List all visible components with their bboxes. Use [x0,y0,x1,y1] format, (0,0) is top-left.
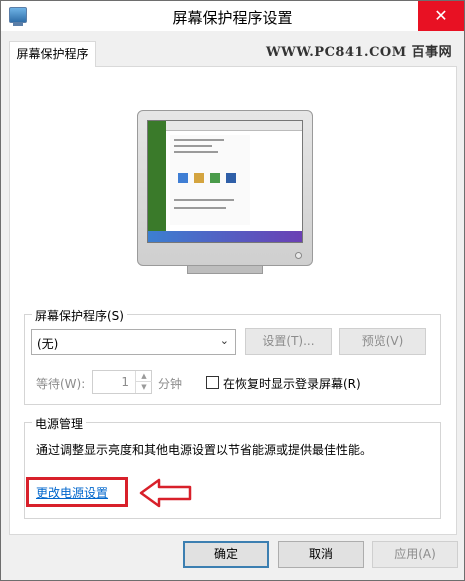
highlight-box [26,477,128,507]
wait-value: 1 [121,375,129,389]
stepper-buttons: ▲ ▼ [135,371,152,393]
preview-line [174,145,212,147]
cancel-button[interactable]: 取消 [278,541,364,568]
preview-content [170,135,250,225]
watermark: WWW.PC841.COM 百事网 [266,45,453,60]
screensaver-select[interactable]: (无) ⌄ [31,329,236,355]
preview-toolbar [166,121,302,131]
wait-label: 等待(W): [36,377,86,391]
wait-stepper[interactable]: 1 ▲ ▼ [92,370,152,394]
screensaver-selected: (无) [37,337,59,351]
close-button[interactable]: ✕ [418,1,464,31]
preview-line [174,139,224,141]
left-arrow-icon [139,478,192,508]
preview-button[interactable]: 预览(V) [339,328,426,355]
preview-line [174,151,218,153]
power-led [295,252,302,259]
apply-button[interactable]: 应用(A) [372,541,458,568]
power-description: 通过调整显示亮度和其他电源设置以节省能源或提供最佳性能。 [36,443,373,457]
settings-button[interactable]: 设置(T)... [245,328,332,355]
stepper-down-icon[interactable]: ▼ [136,382,152,393]
tab-screensaver[interactable]: 屏幕保护程序 [9,41,96,67]
screensaver-group-label: 屏幕保护程序(S) [32,307,127,324]
dialog-window: 屏幕保护程序设置 ✕ 屏幕保护程序 WWW.PC841.COM 百事网 屏幕保护… [0,0,465,581]
preview-line [174,207,226,209]
preview-sidebar [148,121,166,242]
preview-tile [194,173,204,183]
stepper-up-icon[interactable]: ▲ [136,371,152,382]
chevron-down-icon: ⌄ [219,334,229,347]
preview-screen [147,120,303,243]
preview-line [174,199,234,201]
monitor-stand [187,266,263,274]
window-title: 屏幕保护程序设置 [172,9,293,27]
title-bar: 屏幕保护程序设置 ✕ [1,1,464,31]
monitor-preview [137,110,313,266]
resume-checkbox-label[interactable]: 在恢复时显示登录屏幕(R) [223,375,361,392]
ok-button[interactable]: 确定 [183,541,269,568]
minutes-label: 分钟 [158,377,183,391]
preview-tile [210,173,220,183]
preview-tile [226,173,236,183]
resume-checkbox[interactable] [206,376,219,389]
preview-taskbar [148,231,302,242]
preview-tile [178,173,188,183]
power-group-label: 电源管理 [32,415,87,432]
